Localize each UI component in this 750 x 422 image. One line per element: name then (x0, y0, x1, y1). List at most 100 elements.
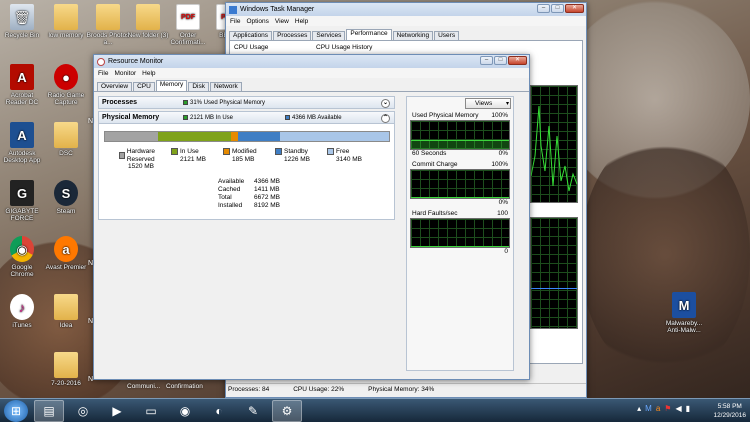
desktop-icon-gigabyte-force[interactable]: G GIGABYTE FORCE (0, 180, 44, 222)
graph-foot-row: 0% (410, 199, 510, 207)
desktop-icon-avast-premier[interactable]: a Avast Premier (44, 236, 88, 271)
tab-networking[interactable]: Networking (392, 31, 434, 40)
desktop-icon-new-folder-3[interactable]: New folder (3) (126, 4, 170, 39)
new-folder-3-icon (136, 4, 160, 30)
tray-up-arrow-icon[interactable]: ▴ (637, 404, 641, 413)
desktop-icon-7-20-2016[interactable]: 7-20-2016 (44, 352, 88, 387)
menu-options[interactable]: Options (246, 18, 268, 25)
physical-memory-section-header[interactable]: Physical Memory 2121 MB In Use 4366 MB A… (98, 111, 395, 124)
tray-network-icon[interactable]: ▮ (686, 404, 690, 413)
tray-volume-icon[interactable]: ◀ (675, 404, 681, 413)
resource-monitor-window[interactable]: Resource Monitor – □ ✕ File Monitor Help… (93, 54, 530, 380)
desktop-icon-label: Avast Premier (45, 264, 87, 271)
desktop-icon-order-confirmati[interactable]: PDF Order Confirmati... (166, 4, 210, 46)
memory-segment-hardware-reserved (105, 132, 158, 141)
task-manager-menubar: File Options View Help (226, 16, 586, 26)
rm-tab-overview[interactable]: Overview (97, 82, 133, 91)
menu-view[interactable]: View (275, 18, 289, 25)
autodesk-desktop-app-icon: A (10, 122, 34, 148)
rm-right-pane: Views ▾ Used Physical Memory 100% 60 Secon… (406, 96, 514, 371)
rm-left-pane: Processes 31% Used Physical Memory ⌄ Phy… (98, 96, 395, 220)
recycle-bin-icon: 🗑 (10, 4, 34, 30)
rm-maximize-button[interactable]: □ (494, 56, 507, 65)
rm-menu-help[interactable]: Help (142, 70, 155, 77)
tab-users[interactable]: Users (434, 31, 460, 40)
tab-performance[interactable]: Performance (346, 29, 392, 40)
memory-history-line (531, 288, 577, 289)
total-row-cached: Cached 1411 MB (218, 186, 298, 194)
taskbar-paint-icon[interactable]: ✎ (238, 400, 268, 422)
legend-value: 3140 MB (336, 155, 363, 163)
taskbar-settings-icon[interactable]: ⚙ (272, 399, 302, 422)
desktop-icon-low-memory[interactable]: low memory (44, 4, 88, 39)
graph-min: 0% (498, 150, 508, 157)
clock[interactable]: 5:58 PM 12/29/2016 (713, 402, 746, 420)
graph-plot (410, 218, 510, 248)
views-button[interactable]: Views ▾ (465, 98, 511, 109)
rm-menu-file[interactable]: File (98, 70, 108, 77)
desktop-icon-autodesk-desktop-app[interactable]: A Autodesk Desktop App (0, 122, 44, 164)
task-manager-icon (229, 5, 237, 14)
graph-title-row: Hard Faults/sec 100 (410, 209, 510, 218)
legend-modified: Modified 185 MB (223, 148, 275, 163)
tab-services[interactable]: Services (312, 31, 346, 40)
processes-section-header[interactable]: Processes 31% Used Physical Memory ⌄ (98, 96, 395, 109)
rm-tab-network[interactable]: Network (209, 82, 242, 91)
menu-help[interactable]: Help (295, 18, 308, 25)
taskbar-wifi-icon[interactable]: ◎ (68, 400, 98, 422)
rm-menu-monitor[interactable]: Monitor (114, 70, 136, 77)
rm-tab-cpu[interactable]: CPU (133, 82, 155, 91)
desktop-icon-acrobat-reader-dc[interactable]: A Acrobat Reader DC (0, 64, 44, 106)
taskbar-explorer-icon[interactable]: ▭ (136, 400, 166, 422)
resource-monitor-titlebar[interactable]: Resource Monitor – □ ✕ (94, 55, 529, 68)
close-button[interactable]: ✕ (565, 4, 584, 13)
desktop-icon-google-chrome[interactable]: ◉ Google Chrome (0, 236, 44, 278)
avast-premier-icon: a (54, 236, 78, 262)
tray-flag-icon[interactable]: ⚑ (664, 404, 671, 413)
desktop-icon-radio-game-capture[interactable]: ● Radio Game Capture (44, 64, 88, 106)
desktop-icon-steam[interactable]: S Steam (44, 180, 88, 215)
total-label: Installed (218, 202, 243, 209)
minimize-button[interactable]: – (537, 4, 550, 13)
processes-collapse-icon[interactable]: ⌄ (381, 99, 390, 108)
legend-label: Standby (284, 148, 308, 155)
tray-avast-icon[interactable]: a (656, 404, 660, 413)
clock-date: 12/29/2016 (713, 412, 746, 419)
desktop-icon-idea[interactable]: Idea (44, 294, 88, 329)
legend-swatch (275, 148, 282, 156)
maximize-button[interactable]: □ (551, 4, 564, 13)
itunes-icon: ♪ (10, 294, 34, 320)
desktop-icon-itunes[interactable]: ♪ iTunes (0, 294, 44, 329)
desktop-icon-broods-photos-a[interactable]: Broods Photos a... (86, 4, 130, 46)
taskbar-media-icon[interactable]: ▶ (102, 400, 132, 422)
task-manager-titlebar[interactable]: Windows Task Manager – □ ✕ (226, 3, 586, 16)
graph-timespan: 60 Seconds (412, 150, 447, 157)
rm-close-button[interactable]: ✕ (508, 56, 527, 65)
status-physical-memory: Physical Memory: 34% (368, 386, 435, 393)
available-swatch (285, 115, 290, 120)
desktop-icon-dsc[interactable]: DSC (44, 122, 88, 157)
taskbar-resource-monitor-icon[interactable]: ▤ (34, 399, 64, 422)
rm-tab-disk[interactable]: Disk (188, 82, 209, 91)
physical-memory-collapse-icon[interactable]: ⌃ (381, 114, 390, 123)
rm-minimize-button[interactable]: – (480, 56, 493, 65)
desktop-icon-malwareby-anti-malw[interactable]: M Malwareby... Anti-Malw... (662, 292, 706, 334)
menu-file[interactable]: File (230, 18, 240, 25)
graph-plot (410, 169, 510, 199)
resource-monitor-icon (97, 57, 105, 66)
tray-malwarebytes-icon[interactable]: M (645, 404, 652, 413)
total-value: 4366 MB (254, 178, 281, 185)
desktop-icon-recycle-bin[interactable]: 🗑 Recycle Bin (0, 4, 44, 39)
graph-max: 100% (491, 161, 508, 168)
graph-title-row: Used Physical Memory 100% (410, 111, 510, 120)
taskbar-chrome-icon[interactable]: ◉ (170, 400, 200, 422)
start-orb-icon[interactable]: ⊞ (4, 399, 28, 422)
tab-applications[interactable]: Applications (229, 31, 273, 40)
used-memory-swatch (183, 100, 188, 105)
desktop-icon-label: New folder (3) (127, 32, 169, 39)
tab-processes[interactable]: Processes (273, 31, 312, 40)
taskbar-firefox-icon[interactable]: ◐ (204, 400, 234, 422)
rm-tab-memory[interactable]: Memory (155, 80, 188, 91)
memory-segment-standby (237, 132, 281, 141)
graph-fill (411, 197, 509, 198)
